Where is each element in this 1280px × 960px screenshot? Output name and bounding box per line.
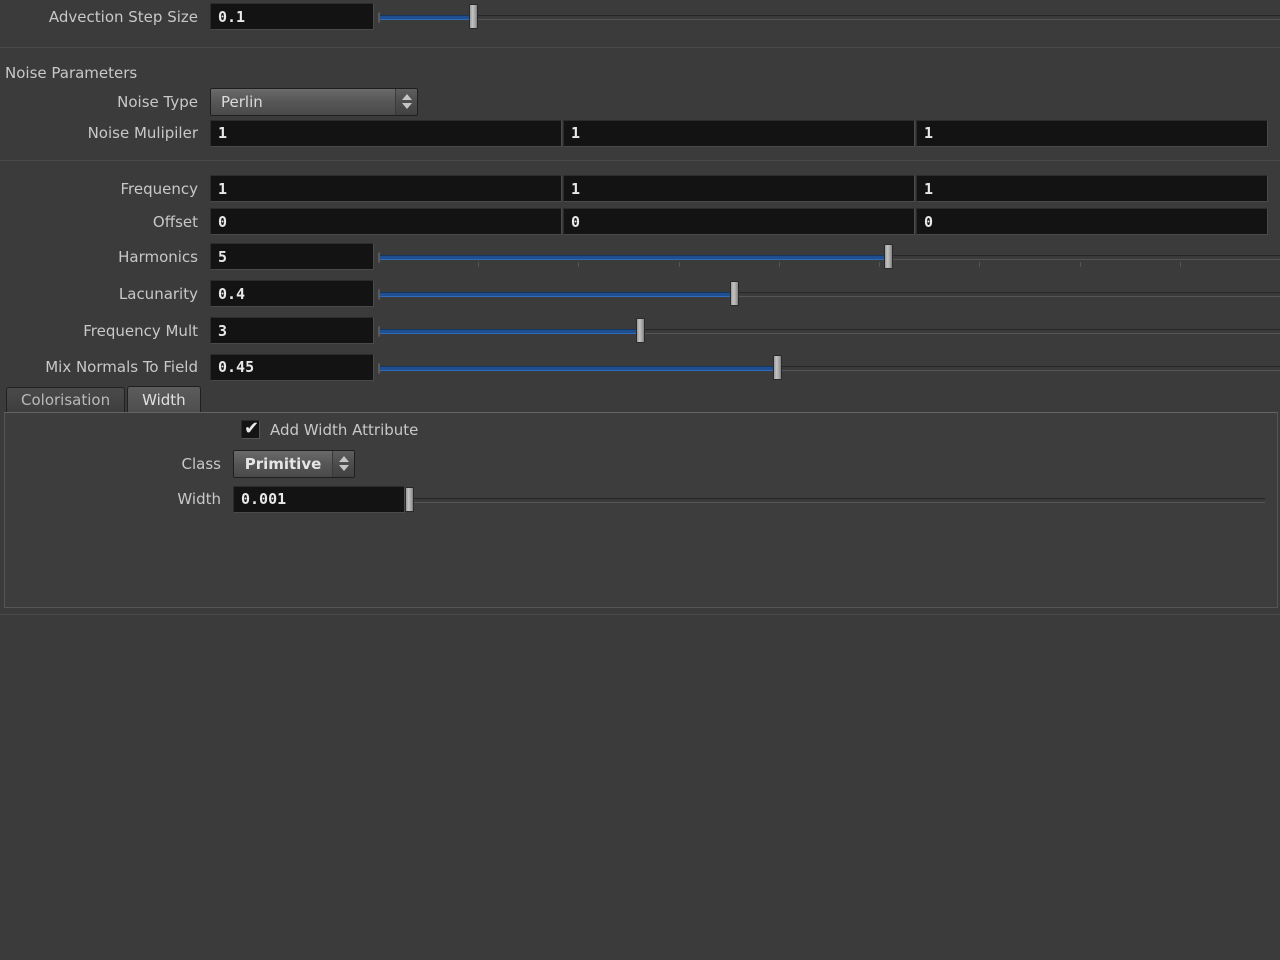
dropdown-class[interactable]: Primitive: [233, 449, 355, 478]
label-frequency: Frequency: [120, 179, 199, 198]
slider-track: [409, 497, 1265, 503]
spacer-before-frequency: [0, 161, 1280, 172]
tab-width[interactable]: Width: [127, 386, 201, 412]
slider-handle[interactable]: [883, 244, 893, 269]
parameter-panel: Advection Step Size 0.1 Noise Parameters…: [0, 0, 1280, 960]
label-frequency-mult: Frequency Mult: [83, 321, 198, 340]
tab-colorisation[interactable]: Colorisation: [6, 387, 126, 412]
label-noise-multiplier: Noise Mulipiler: [87, 124, 198, 142]
slider-tick: [1179, 262, 1181, 267]
param-row-advection-step-size: Advection Step Size 0.1: [0, 0, 1280, 33]
slider-track: [378, 15, 1280, 20]
slider-lacunarity[interactable]: [378, 280, 1280, 307]
slider-tick: [778, 262, 780, 267]
param-row-offset: Offset 0 0 0: [0, 205, 1280, 238]
input-group-offset: 0 0 0: [210, 208, 1268, 235]
divider-bottom: [0, 614, 1280, 615]
slider-handle[interactable]: [730, 281, 740, 306]
checkmark-icon: ✔: [244, 418, 260, 439]
input-offset-z[interactable]: 0: [916, 208, 1268, 235]
slider-advection-step-size[interactable]: [378, 3, 1280, 30]
slider-width[interactable]: [405, 486, 1265, 513]
spinner-arrows-icon[interactable]: [395, 88, 417, 115]
slider-tick: [678, 262, 680, 267]
param-row-mix-normals-to-field: Mix Normals To Field 0.45: [0, 349, 1280, 385]
slider-fill: [380, 365, 777, 371]
label-offset: Offset: [152, 212, 198, 231]
input-frequency-z[interactable]: 1: [916, 175, 1268, 202]
slider-fill: [380, 292, 735, 297]
spacer-after-advection: [0, 33, 1280, 47]
slider-fill: [380, 255, 888, 260]
chevron-up-icon: [338, 456, 349, 462]
input-mix-normals-to-field[interactable]: 0.45: [210, 353, 374, 381]
input-frequency-x[interactable]: 1: [210, 175, 562, 202]
slider-fill: [380, 15, 473, 20]
section-header-noise-parameters: Noise Parameters: [0, 61, 1280, 85]
label-add-width-attribute: Add Width Attribute: [270, 420, 419, 439]
dropdown-class-value: Primitive: [234, 450, 332, 477]
param-row-width: Width 0.001: [5, 481, 1277, 517]
param-row-frequency: Frequency 1 1 1: [0, 172, 1280, 205]
slider-handle[interactable]: [635, 318, 645, 343]
section-title-noise-parameters: Noise Parameters: [5, 64, 138, 82]
input-advection-step-size[interactable]: 0.1: [210, 3, 374, 30]
slider-tick: [578, 262, 580, 267]
slider-handle[interactable]: [405, 486, 414, 512]
slider-tick-marks: [378, 262, 1280, 268]
input-noise-multiplier-z[interactable]: 1: [916, 119, 1268, 147]
label-advection-step-size: Advection Step Size: [48, 7, 198, 26]
input-frequency-y[interactable]: 1: [563, 175, 915, 202]
slider-handle[interactable]: [772, 354, 782, 380]
spinner-arrows-icon[interactable]: [332, 450, 354, 477]
param-row-lacunarity: Lacunarity 0.4: [0, 275, 1280, 312]
spacer-after-noise-multiplier: [0, 148, 1280, 160]
slider-tick: [1079, 262, 1081, 267]
input-lacunarity[interactable]: 0.4: [210, 280, 374, 307]
slider-harmonics[interactable]: [378, 243, 1280, 270]
label-mix-normals-to-field: Mix Normals To Field: [45, 358, 198, 376]
slider-handle[interactable]: [468, 4, 478, 29]
input-noise-multiplier-y[interactable]: 1: [563, 119, 915, 147]
slider-frequency-mult[interactable]: [378, 317, 1280, 344]
spacer-before-noise-title: [0, 48, 1280, 61]
slider-fill: [380, 329, 640, 334]
label-width: Width: [177, 490, 221, 508]
label-noise-type: Noise Type: [117, 92, 198, 111]
slider-tick: [478, 262, 480, 267]
param-row-harmonics: Harmonics 5: [0, 238, 1280, 275]
param-row-add-width-attribute: ✔ Add Width Attribute: [5, 413, 1277, 446]
tab-bar: Colorisation Width: [0, 385, 1280, 412]
input-frequency-mult[interactable]: 3: [210, 317, 374, 344]
chevron-up-icon: [401, 94, 412, 100]
dropdown-noise-type-value: Perlin: [211, 88, 395, 115]
chevron-down-icon: [338, 465, 349, 471]
label-lacunarity: Lacunarity: [118, 284, 198, 303]
param-row-class: Class Primitive: [5, 446, 1277, 481]
input-offset-y[interactable]: 0: [563, 208, 915, 235]
slider-tick: [879, 262, 881, 267]
param-row-noise-type: Noise Type Perlin: [0, 85, 1280, 118]
input-group-frequency: 1 1 1: [210, 175, 1268, 202]
checkbox-add-width-attribute[interactable]: ✔: [241, 418, 260, 439]
input-noise-multiplier-x[interactable]: 1: [210, 119, 562, 147]
param-row-frequency-mult: Frequency Mult 3: [0, 312, 1280, 349]
input-width[interactable]: 0.001: [233, 485, 405, 513]
tab-panel-width: ✔ Add Width Attribute Class Primitive Wi…: [4, 412, 1278, 608]
slider-mix-normals-to-field[interactable]: [378, 354, 1280, 381]
input-offset-x[interactable]: 0: [210, 208, 562, 235]
label-class: Class: [181, 454, 221, 473]
chevron-down-icon: [401, 103, 412, 109]
dropdown-noise-type[interactable]: Perlin: [210, 87, 418, 116]
label-harmonics: Harmonics: [118, 247, 198, 266]
input-harmonics[interactable]: 5: [210, 243, 374, 270]
slider-tick: [979, 262, 981, 267]
input-group-noise-multiplier: 1 1 1: [210, 119, 1268, 147]
param-row-noise-multiplier: Noise Mulipiler 1 1 1: [0, 118, 1280, 148]
